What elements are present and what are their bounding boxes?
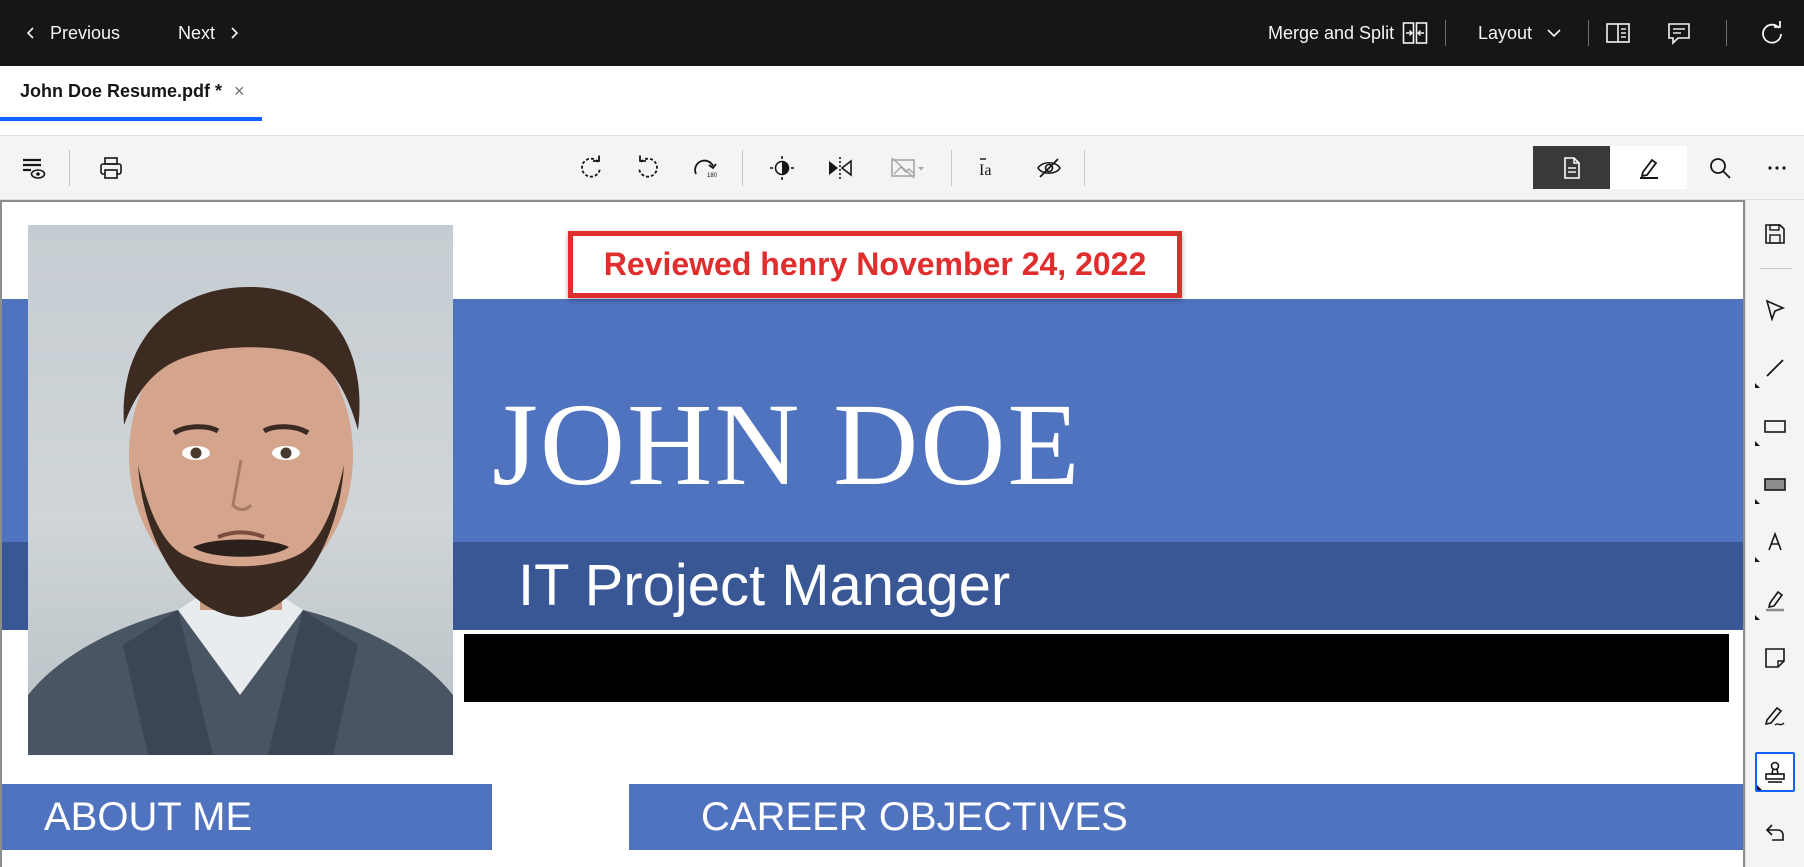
resume-job-title: IT Project Manager [518,553,1011,618]
toolbar-divider [742,150,743,186]
next-label: Next [178,22,216,43]
submenu-indicator [1755,615,1760,620]
redaction-box[interactable] [464,634,1729,702]
document-tab-bar: John Doe Resume.pdf * × [0,66,1804,136]
topbar-divider [1445,20,1446,46]
rail-divider [1760,268,1792,269]
hide-icon[interactable] [1030,149,1068,187]
save-icon[interactable] [1755,214,1795,254]
merge-split-icon [1402,22,1428,44]
flip-icon[interactable] [821,149,859,187]
submenu-indicator [1755,499,1760,504]
toolbar-divider [951,150,952,186]
panel-toggle-icon[interactable] [1604,19,1632,47]
contrast-icon[interactable] [763,149,801,187]
line-icon[interactable] [1755,348,1795,388]
chevron-left-icon [26,27,34,39]
rotate-180-icon[interactable]: 180 [686,149,724,187]
stamp-icon[interactable] [1755,752,1795,792]
submenu-indicator [1757,785,1762,790]
image-menu-icon[interactable] [881,149,935,187]
annotate-mode-button[interactable] [1610,146,1687,189]
freehand-icon[interactable] [1755,696,1795,736]
document-tab[interactable]: John Doe Resume.pdf * × [0,66,262,121]
rectangle-icon[interactable] [1755,406,1795,446]
close-tab-icon[interactable]: × [234,81,245,102]
document-viewport[interactable]: Reviewed henry November 24, 2022 JOHN DO… [0,200,1745,867]
text-icon[interactable] [1755,522,1795,562]
previous-label: Previous [50,22,121,43]
refresh-icon[interactable] [1758,19,1786,47]
comments-icon[interactable] [1665,19,1693,47]
review-stamp[interactable]: Reviewed henry November 24, 2022 [568,231,1182,298]
previous-button[interactable]: Previous [24,0,120,66]
about-me-heading-bar: ABOUT ME [2,784,492,850]
chevron-right-icon [231,27,239,39]
document-toolbar: 180 Ia [0,136,1804,200]
resume-page: Reviewed henry November 24, 2022 JOHN DO… [2,202,1743,867]
chevron-down-icon [1547,29,1561,38]
svg-text:Ia: Ia [979,162,991,179]
top-bar: Previous Next Merge and Split Layout [0,0,1804,66]
portrait-illustration [28,286,453,755]
pdf-viewer-app: Previous Next Merge and Split Layout Joh… [0,0,1804,867]
undo-icon[interactable] [1755,812,1795,852]
view-mode-button[interactable] [1533,146,1610,189]
svg-text:180: 180 [707,173,718,179]
career-objectives-heading: CAREER OBJECTIVES [701,794,1128,839]
text-recognition-icon[interactable]: Ia [972,149,1010,187]
document-tab-title: John Doe Resume.pdf * [20,81,223,101]
review-stamp-text: Reviewed henry November 24, 2022 [603,246,1147,282]
search-icon[interactable] [1701,149,1739,187]
submenu-indicator [1755,557,1760,562]
mode-switcher [1533,146,1687,189]
sticky-note-icon[interactable] [1755,638,1795,678]
topbar-divider [1588,20,1589,46]
topbar-divider [1726,20,1727,46]
resume-name: JOHN DOE [492,379,1082,510]
merge-and-split-button[interactable]: Merge and Split [1268,0,1428,66]
submenu-indicator [1755,441,1760,446]
rotate-counterclockwise-icon[interactable] [629,149,667,187]
highlight-icon[interactable] [1755,580,1795,620]
filled-rectangle-icon[interactable] [1755,464,1795,504]
layout-dropdown[interactable]: Layout [1478,0,1562,66]
document-icon [1563,156,1580,179]
about-me-heading: ABOUT ME [44,794,253,839]
next-button[interactable]: Next [178,0,241,66]
profile-photo [28,225,453,755]
career-objectives-heading-bar: CAREER OBJECTIVES [629,784,1743,850]
overflow-menu-icon[interactable] [1758,149,1796,187]
annotation-tool-rail [1745,200,1804,867]
print-icon[interactable] [92,149,130,187]
annotation-visibility-icon[interactable] [14,149,52,187]
layout-label: Layout [1478,22,1533,43]
submenu-indicator [1755,383,1760,388]
rotate-clockwise-icon[interactable] [572,149,610,187]
toolbar-divider [69,150,70,186]
merge-and-split-label: Merge and Split [1268,22,1395,43]
toolbar-divider [1084,150,1085,186]
annotate-pen-icon [1639,158,1658,179]
select-icon[interactable] [1755,290,1795,330]
